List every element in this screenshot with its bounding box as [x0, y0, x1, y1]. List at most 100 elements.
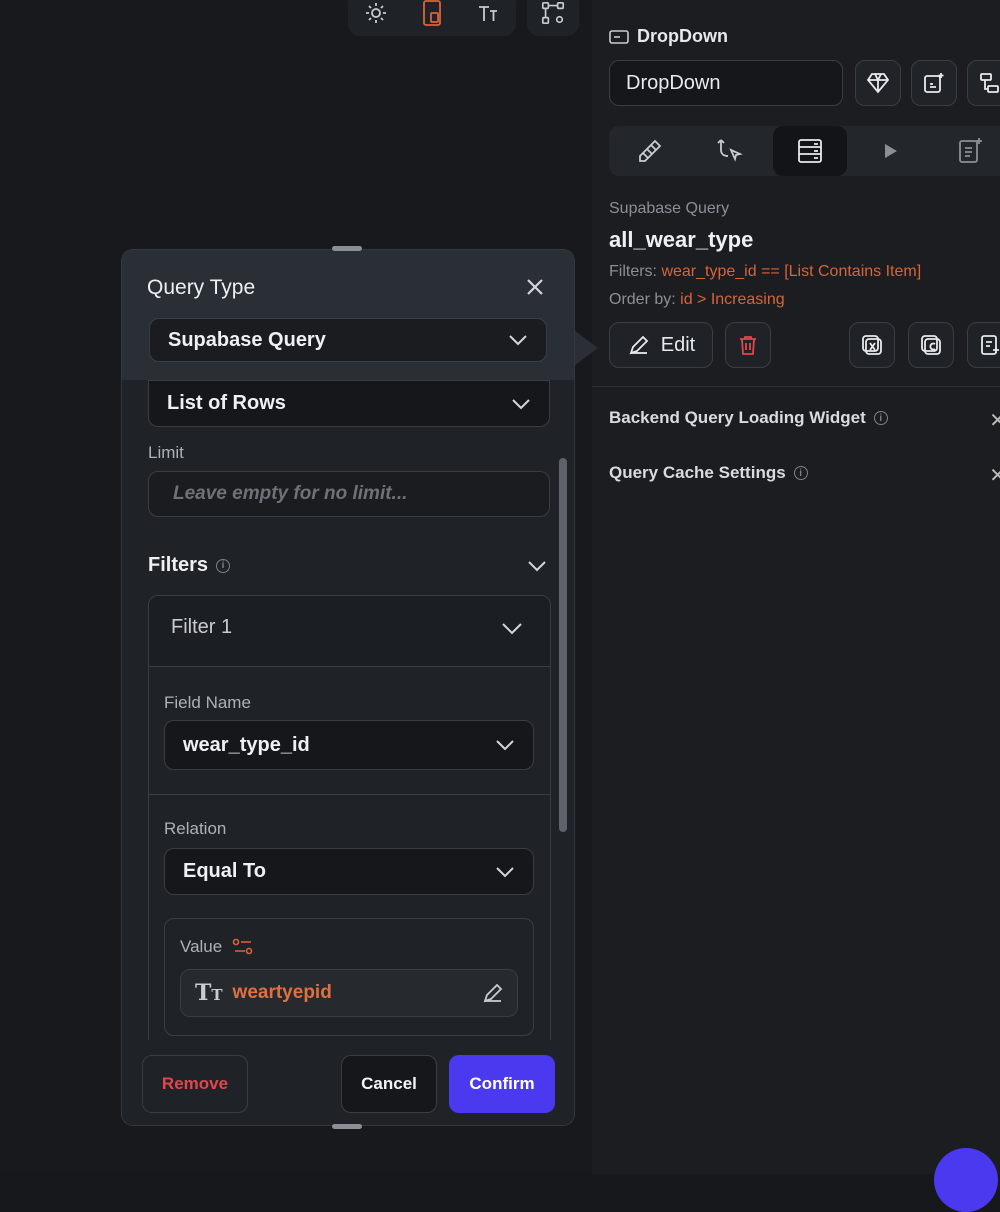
variable-settings-icon[interactable]	[232, 938, 254, 956]
query-type-label: Supabase Query	[609, 200, 730, 217]
gem-icon	[866, 73, 890, 94]
panel-divider	[592, 386, 1000, 387]
dropdown-widget-icon	[609, 29, 629, 44]
delete-query-button[interactable]	[725, 322, 771, 368]
section-query-cache-label: Query Cache Settings	[609, 463, 786, 482]
close-icon[interactable]: ✕	[989, 408, 1000, 433]
actions-icon	[717, 139, 743, 162]
filters-summary-value: wear_type_id == [List Contains Item]	[661, 263, 922, 280]
divider	[149, 794, 550, 795]
tree-button[interactable]	[967, 60, 1000, 106]
documentation-icon	[959, 138, 982, 163]
canvas-toolbar-secondary	[527, 0, 579, 36]
modal-header: Query Type Supabase Query	[122, 250, 574, 380]
copy-icon	[921, 335, 941, 355]
text-type-icon: TT	[195, 980, 223, 1006]
chevron-down-icon[interactable]	[527, 560, 547, 572]
resize-handle-top[interactable]	[332, 246, 362, 251]
copy-button[interactable]	[908, 322, 954, 368]
query-type-select[interactable]: Supabase Query	[149, 318, 547, 362]
filter-card: Filter 1 Field Name wear_type_id Relatio…	[148, 595, 551, 1055]
backend-query-icon	[798, 139, 822, 163]
query-editor-modal: Query Type Supabase Query List of Rows L…	[121, 249, 575, 1126]
scrollbar[interactable]	[559, 458, 567, 832]
close-modal-button[interactable]	[522, 274, 548, 300]
variable-button[interactable]	[849, 322, 895, 368]
return-type-value: List of Rows	[167, 392, 286, 414]
tab-documentation[interactable]	[933, 126, 1000, 176]
filter-title: Filter 1	[171, 616, 233, 638]
pencil-icon[interactable]	[481, 981, 505, 1005]
query-type-value: Supabase Query	[168, 328, 326, 351]
value-header: Value	[180, 937, 254, 957]
cancel-button[interactable]: Cancel	[341, 1055, 437, 1113]
limit-input[interactable]: Leave empty for no limit...	[148, 471, 550, 517]
relation-select[interactable]: Equal To	[164, 848, 534, 895]
value-card: Value TT weartyepid	[164, 918, 534, 1036]
gem-button[interactable]	[855, 60, 901, 106]
add-to-library-button[interactable]	[967, 322, 1000, 368]
chevron-down-icon	[496, 740, 514, 751]
value-input[interactable]: TT weartyepid	[180, 969, 518, 1017]
chevron-down-icon	[496, 866, 514, 877]
add-doc-icon	[981, 335, 999, 355]
relation-label: Relation	[164, 819, 227, 838]
info-icon: i	[873, 411, 888, 425]
tab-actions[interactable]	[693, 126, 767, 176]
modal-footer: Remove Cancel Confirm	[122, 1040, 574, 1125]
limit-label: Limit	[148, 443, 184, 462]
modal-title: Query Type	[147, 276, 256, 299]
sun-icon[interactable]	[363, 0, 389, 26]
widget-name-input[interactable]: DropDown	[609, 60, 843, 106]
edit-label: Edit	[660, 333, 696, 356]
order-summary-value: id > Increasing	[680, 291, 785, 308]
tab-backend-query[interactable]	[773, 126, 847, 176]
return-type-select[interactable]: List of Rows	[148, 380, 550, 427]
filters-section-header[interactable]: Filters i	[148, 554, 231, 577]
confirm-button[interactable]: Confirm	[449, 1055, 555, 1113]
properties-panel: DropDown DropDown Supabase Query all_wea…	[592, 0, 1000, 1174]
field-name-select[interactable]: wear_type_id	[164, 720, 534, 770]
widget-name-value: DropDown	[626, 71, 721, 94]
confirm-label: Confirm	[469, 1074, 535, 1093]
filters-title: Filters	[148, 554, 209, 576]
widget-type-header: DropDown	[609, 26, 728, 47]
limit-placeholder: Leave empty for no limit...	[173, 483, 408, 504]
chevron-down-icon	[509, 335, 527, 346]
filter-header[interactable]: Filter 1	[149, 596, 550, 667]
trash-icon	[740, 336, 756, 355]
ai-gen-button[interactable]	[911, 60, 957, 106]
section-loading-widget[interactable]: Backend Query Loading Widget i	[609, 408, 888, 428]
section-query-cache[interactable]: Query Cache Settings i	[609, 463, 808, 483]
section-loading-widget-label: Backend Query Loading Widget	[609, 408, 866, 427]
text-size-icon[interactable]	[475, 0, 501, 26]
remove-label: Remove	[161, 1074, 229, 1093]
value-text: weartyepid	[232, 982, 332, 1003]
properties-icon	[639, 139, 662, 162]
device-frame-icon[interactable]	[419, 0, 445, 26]
panel-tabs	[609, 126, 1000, 176]
resize-handle-bottom[interactable]	[332, 1124, 362, 1129]
cancel-label: Cancel	[361, 1074, 417, 1093]
query-order-summary: Order by: id > Increasing	[609, 291, 785, 309]
relation-value: Equal To	[183, 860, 266, 882]
popover-arrow	[574, 330, 598, 366]
edit-query-button[interactable]: Edit	[609, 322, 713, 368]
remove-button[interactable]: Remove	[142, 1055, 248, 1113]
tab-run[interactable]	[853, 126, 927, 176]
widget-type-label: DropDown	[637, 26, 728, 46]
filters-summary-label: Filters:	[609, 263, 657, 280]
pencil-icon	[629, 335, 649, 355]
path-settings-icon[interactable]	[540, 0, 566, 26]
tab-properties[interactable]	[613, 126, 687, 176]
help-chat-button[interactable]	[934, 1148, 998, 1212]
variable-icon	[862, 335, 882, 355]
close-icon	[527, 279, 543, 295]
field-name-label: Field Name	[164, 693, 251, 712]
query-filters-summary: Filters: wear_type_id == [List Contains …	[609, 263, 921, 281]
chevron-down-icon	[502, 623, 522, 635]
field-name-value: wear_type_id	[183, 733, 310, 756]
order-summary-label: Order by:	[609, 291, 676, 308]
close-icon[interactable]: ✕	[989, 463, 1000, 488]
chevron-down-icon	[512, 398, 530, 409]
